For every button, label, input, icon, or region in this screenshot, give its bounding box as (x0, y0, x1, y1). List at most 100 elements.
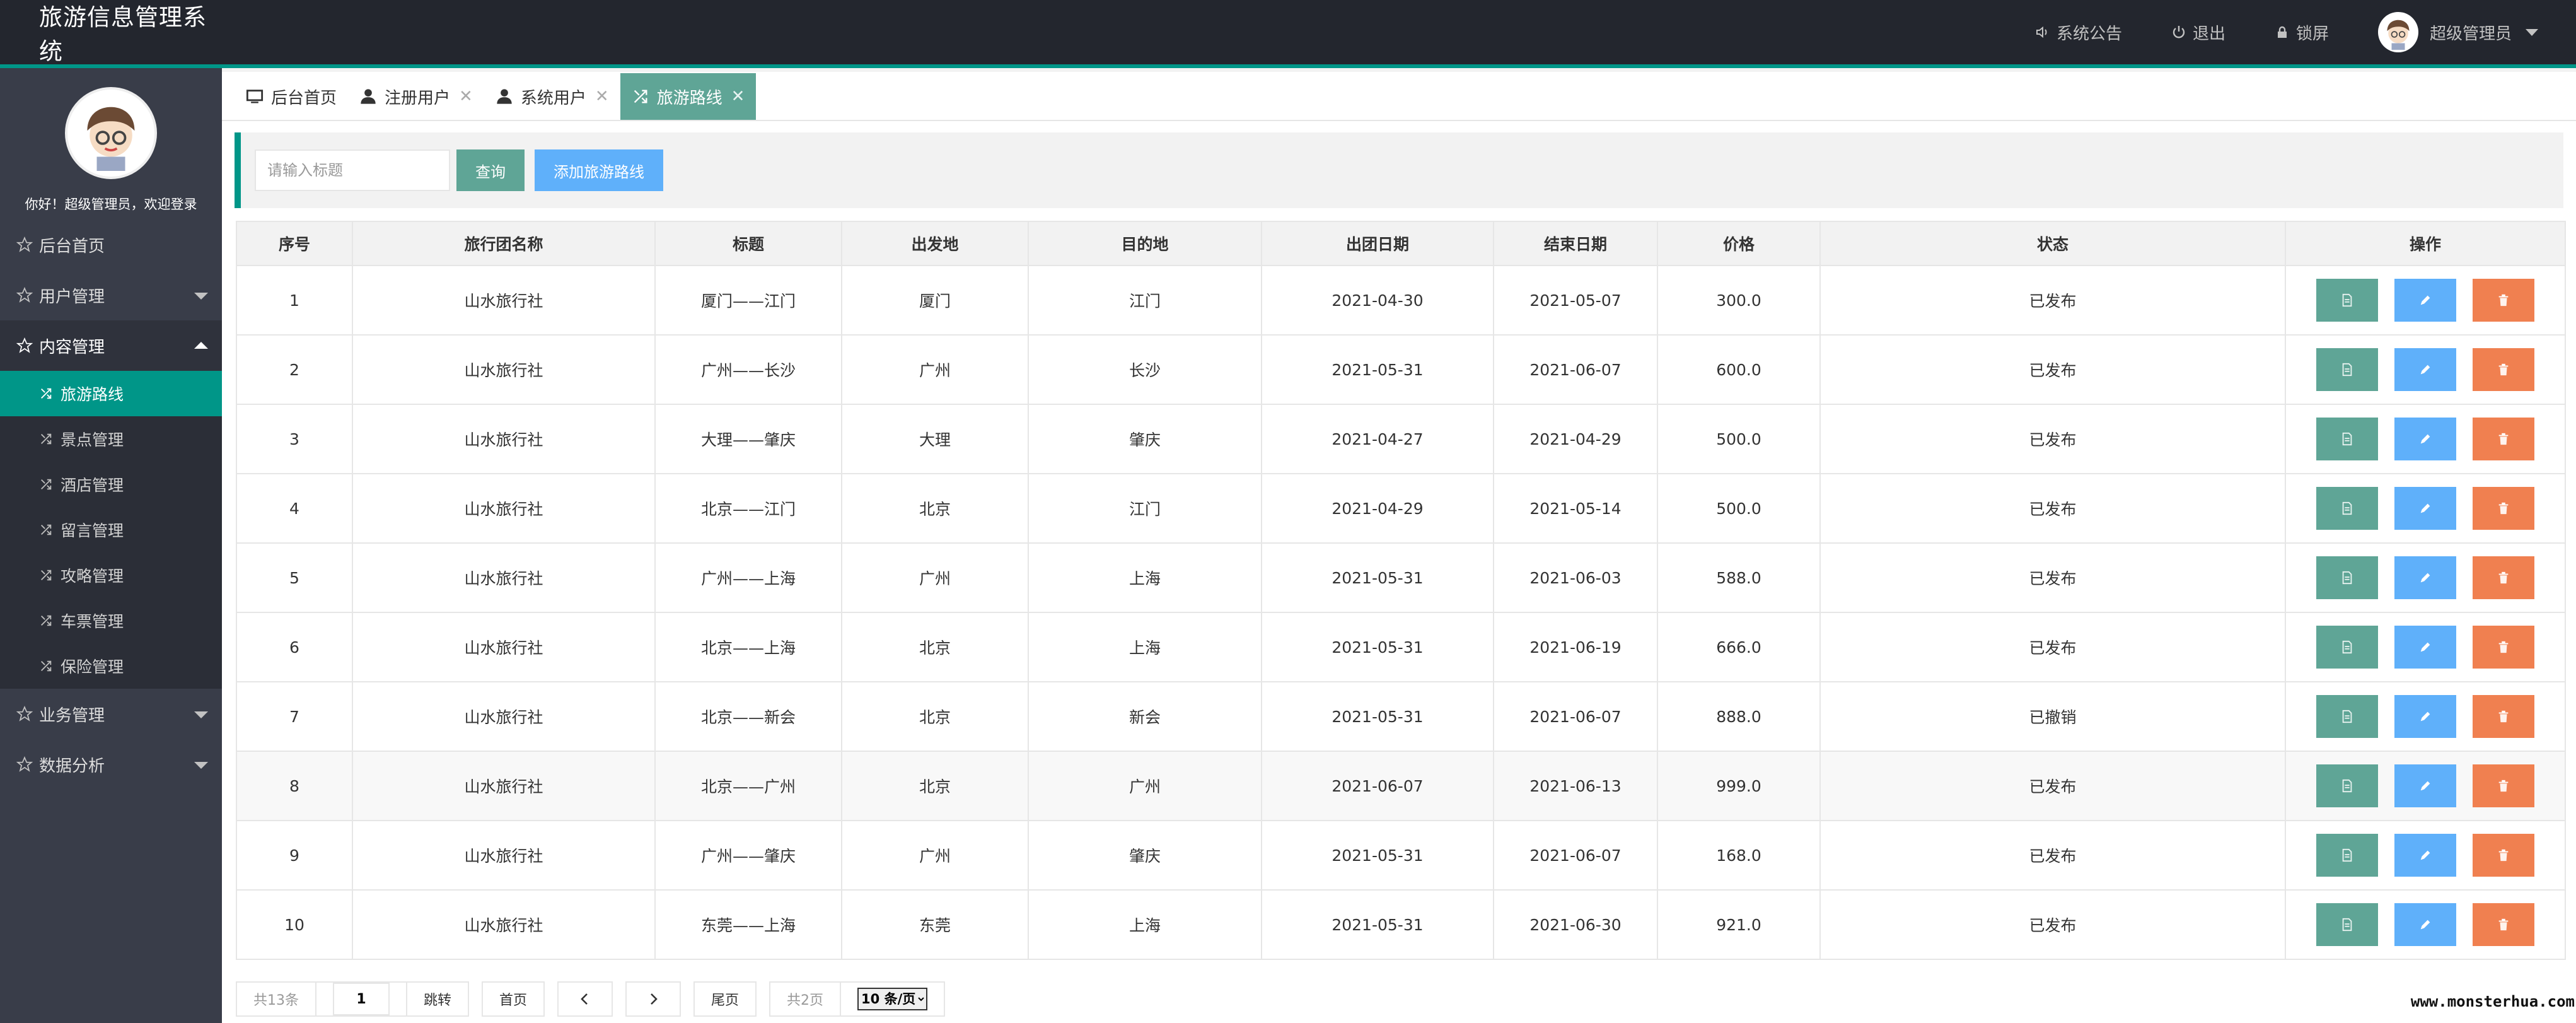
table-cell: 2021-06-07 (1493, 334, 1658, 405)
first-page-button[interactable]: 首页 (482, 981, 545, 1017)
close-icon[interactable]: ✕ (459, 87, 473, 106)
view-button[interactable] (2316, 695, 2378, 738)
query-button[interactable]: 查询 (456, 149, 525, 191)
sidebar-item-business[interactable]: 业务管理 (0, 689, 222, 739)
table-row: 8 山水旅行社 北京——广州 北京 广州 2021-06-07 2021-06-13 999.… (236, 751, 2566, 821)
tab-home[interactable]: 后台首页 (235, 73, 348, 120)
edit-button[interactable] (2394, 556, 2456, 599)
table-cell: 厦门——江门 (654, 265, 842, 336)
column-header: 状态 (1819, 221, 2286, 266)
row-actions (2286, 695, 2565, 738)
sidebar-item-label: 车票管理 (61, 612, 124, 631)
delete-button[interactable] (2473, 487, 2534, 530)
user-menu[interactable]: 超级管理员 (2377, 12, 2538, 52)
view-button[interactable] (2316, 764, 2378, 807)
delete-button[interactable] (2473, 695, 2534, 738)
view-button[interactable] (2316, 834, 2378, 877)
edit-button[interactable] (2394, 487, 2456, 530)
sidebar-item-analytics[interactable]: 数据分析 (0, 739, 222, 790)
table-cell: 588.0 (1657, 542, 1821, 613)
last-page-button[interactable]: 尾页 (693, 981, 757, 1017)
delete-button[interactable] (2473, 418, 2534, 460)
table-cell: 已发布 (1819, 334, 2286, 405)
search-input[interactable] (255, 149, 450, 191)
table-row: 5 山水旅行社 广州——上海 广州 上海 2021-05-31 2021-06-03 588.… (236, 542, 2566, 613)
star-icon (16, 706, 33, 722)
next-page-button[interactable] (625, 981, 682, 1017)
table-cell: 2021-06-03 (1493, 542, 1658, 613)
table-cell: 7 (236, 681, 353, 752)
view-button[interactable] (2316, 348, 2378, 391)
delete-button[interactable] (2473, 764, 2534, 807)
actions-cell (2285, 612, 2566, 682)
tab-system-users[interactable]: 系统用户 ✕ (484, 73, 620, 120)
sidebar-item-guides[interactable]: 攻略管理 (0, 552, 222, 598)
edit-button[interactable] (2394, 764, 2456, 807)
row-actions (2286, 626, 2565, 669)
sidebar-item-insurance[interactable]: 保险管理 (0, 643, 222, 689)
column-header: 旅行团名称 (352, 221, 656, 266)
view-button[interactable] (2316, 626, 2378, 669)
sidebar-item-tickets[interactable]: 车票管理 (0, 598, 222, 643)
page-size-select[interactable]: 10 条/页 (857, 988, 928, 1010)
table-cell: 北京——广州 (654, 751, 842, 821)
close-icon[interactable]: ✕ (731, 87, 745, 106)
route-icon (41, 570, 52, 581)
delete-button[interactable] (2473, 348, 2534, 391)
table-cell: 广州 (841, 334, 1029, 405)
sidebar-item-home[interactable]: 后台首页 (0, 219, 222, 270)
sidebar-item-content[interactable]: 内容管理 (0, 320, 222, 371)
trash-icon (2498, 918, 2509, 931)
delete-button[interactable] (2473, 626, 2534, 669)
tab-registered-users[interactable]: 注册用户 ✕ (348, 73, 484, 120)
delete-button[interactable] (2473, 903, 2534, 946)
view-button[interactable] (2316, 279, 2378, 322)
row-actions (2286, 903, 2565, 946)
edit-button[interactable] (2394, 626, 2456, 669)
actions-cell (2285, 473, 2566, 544)
pencil-icon (2420, 434, 2430, 444)
close-icon[interactable]: ✕ (595, 87, 609, 106)
sidebar-item-messages[interactable]: 留言管理 (0, 507, 222, 552)
user-name: 超级管理员 (2429, 24, 2512, 44)
document-icon (2342, 779, 2352, 793)
sidebar-item-hotels[interactable]: 酒店管理 (0, 462, 222, 507)
logout-link[interactable]: 退出 (2171, 21, 2225, 44)
view-button[interactable] (2316, 418, 2378, 460)
table-cell: 已发布 (1819, 542, 2286, 613)
prev-page-button[interactable] (557, 981, 613, 1017)
page-input[interactable] (333, 983, 390, 1015)
edit-button[interactable] (2394, 279, 2456, 322)
delete-button[interactable] (2473, 279, 2534, 322)
delete-button[interactable] (2473, 834, 2534, 877)
table-cell: 厦门 (841, 265, 1029, 336)
pagination: 共13条 跳转 首页 尾页 共2页 10 条/页 (236, 981, 946, 1017)
user-icon (497, 89, 512, 104)
sidebar-item-users[interactable]: 用户管理 (0, 270, 222, 320)
edit-button[interactable] (2394, 348, 2456, 391)
lock-screen-link[interactable]: 锁屏 (2275, 21, 2329, 44)
column-header: 出发地 (841, 221, 1029, 266)
table-row: 3 山水旅行社 大理——肇庆 大理 肇庆 2021-04-27 2021-04-29 500.… (236, 404, 2566, 474)
sidebar-item-routes[interactable]: 旅游路线 (0, 371, 222, 416)
row-actions (2286, 418, 2565, 460)
document-icon (2342, 432, 2352, 446)
view-button[interactable] (2316, 903, 2378, 946)
add-route-button[interactable]: 添加旅游路线 (535, 149, 663, 191)
tab-travel-routes[interactable]: 旅游路线 ✕ (620, 73, 757, 120)
jump-button[interactable]: 跳转 (406, 981, 470, 1017)
delete-button[interactable] (2473, 556, 2534, 599)
table-cell: 999.0 (1657, 751, 1821, 821)
system-notice-link[interactable]: 系统公告 (2035, 21, 2122, 44)
pencil-icon (2420, 850, 2430, 860)
edit-button[interactable] (2394, 418, 2456, 460)
edit-button[interactable] (2394, 903, 2456, 946)
document-icon (2342, 848, 2352, 862)
edit-button[interactable] (2394, 695, 2456, 738)
edit-button[interactable] (2394, 834, 2456, 877)
table-cell: 8 (236, 751, 353, 821)
table-cell: 2 (236, 334, 353, 405)
view-button[interactable] (2316, 487, 2378, 530)
sidebar-item-attractions[interactable]: 景点管理 (0, 416, 222, 462)
view-button[interactable] (2316, 556, 2378, 599)
